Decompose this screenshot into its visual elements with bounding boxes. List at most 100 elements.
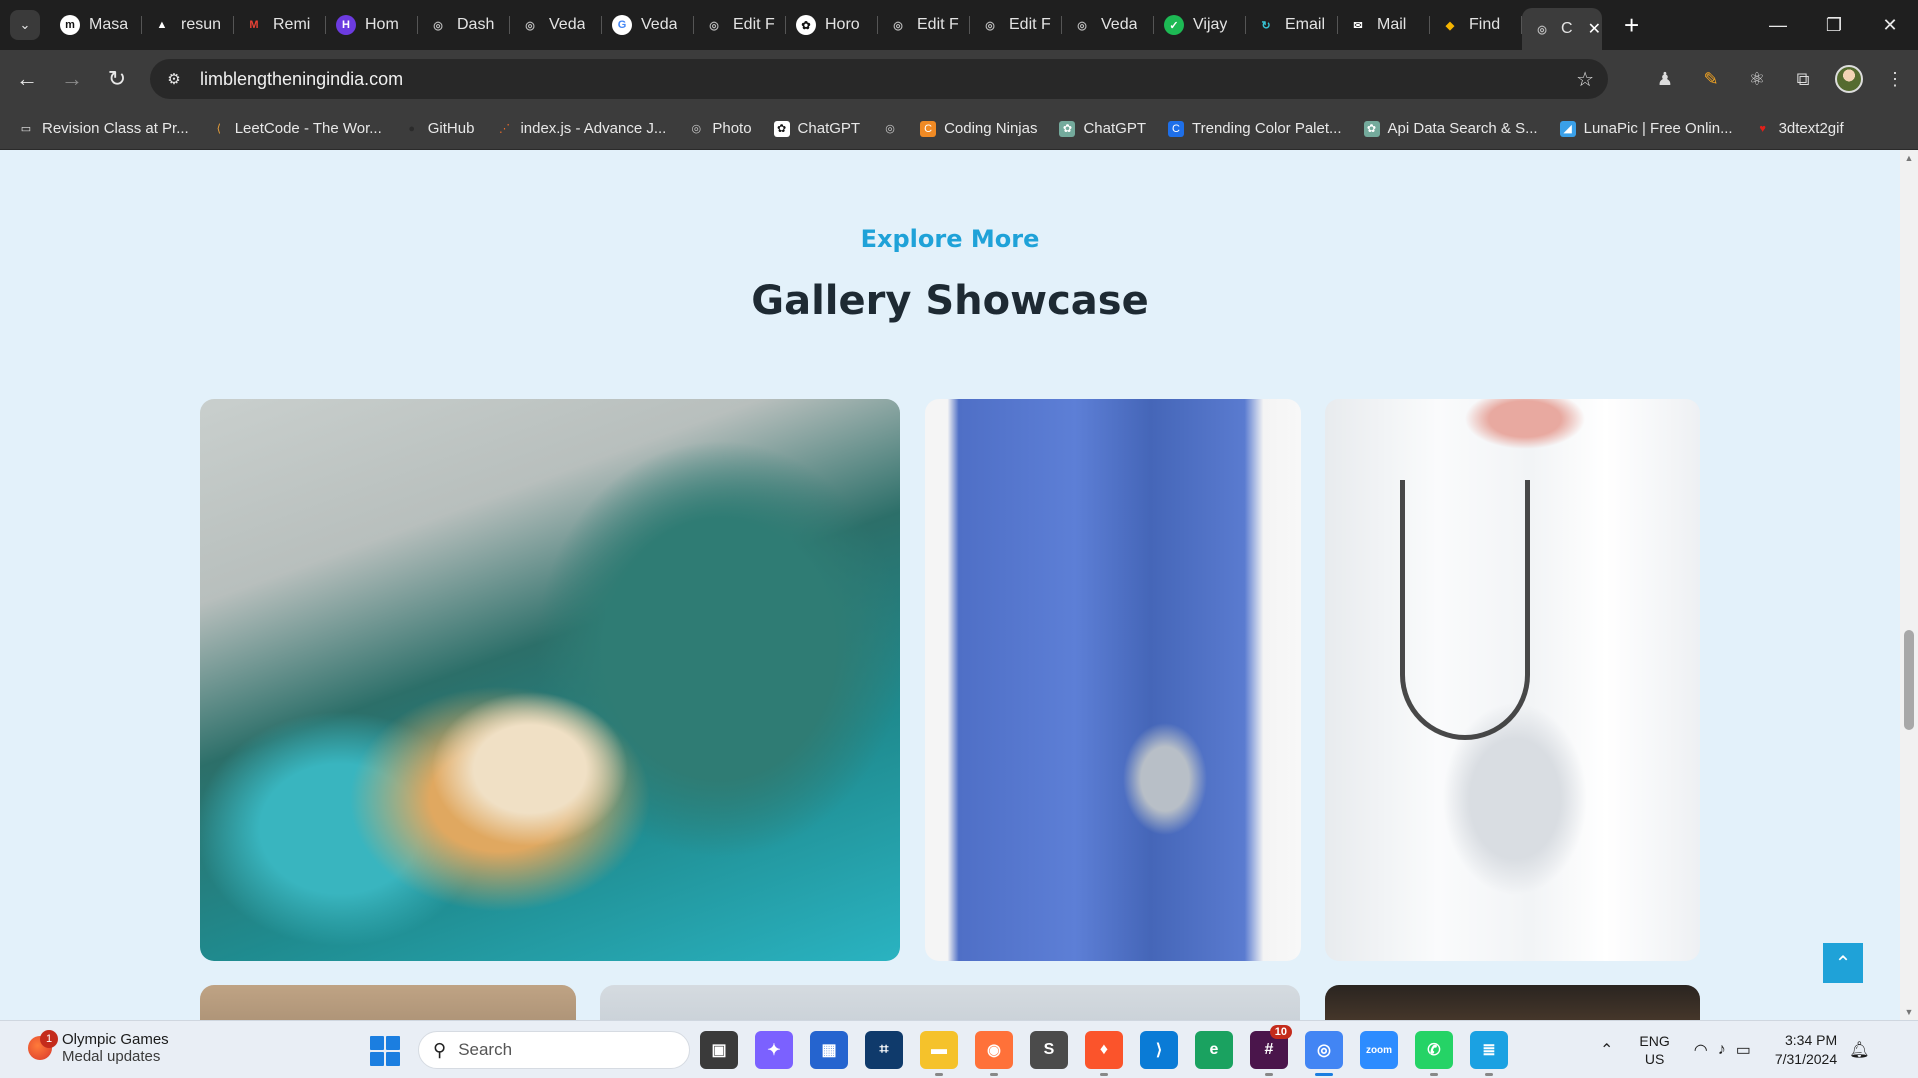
tab[interactable]: ✓ Vijay [1154,0,1246,50]
notepad-app-icon[interactable]: ≣ [1470,1031,1508,1076]
input-language[interactable]: ENG US [1639,1032,1669,1068]
edge-app-icon[interactable]: e [1195,1031,1233,1069]
bookmark-item[interactable]: ⋰ index.js - Advance J... [496,120,666,137]
avatar [1835,65,1863,93]
gallery-image-surgeon[interactable] [200,399,900,961]
show-hidden-icons-icon[interactable]: ⌃ [1600,1040,1613,1060]
menu-kebab-icon[interactable]: ⋮ [1872,61,1918,97]
bookmark-item[interactable]: ✿ ChatGPT [1059,120,1146,137]
bookmark-star-icon[interactable]: ☆ [1576,67,1594,92]
scroll-up-arrow-icon[interactable]: ▲ [1900,150,1918,166]
tab[interactable]: ◎ Edit F [878,0,970,50]
tab[interactable]: ◎ Dash [418,0,510,50]
wifi-icon[interactable]: ◠ [1694,1040,1708,1060]
bookmark-item[interactable]: ✿ Api Data Search & S... [1363,120,1538,137]
tab[interactable]: ↻ Email [1246,0,1338,50]
stethoscope-shape [1400,480,1530,740]
scroll-to-top-button[interactable]: ⌃ [1823,943,1863,983]
restore-icon[interactable]: ❐ [1806,0,1862,50]
bookmark-item[interactable]: ♥ 3dtext2gif [1755,120,1844,137]
tab[interactable]: ◆ Find [1430,0,1522,50]
profile-button[interactable] [1826,61,1872,97]
pinned-apps: ▣ ✦ ▦ ⌗ ▬ ◉ S ♦ ⟩ e #10 ◎ zoom ✆ ≣ [700,1025,1508,1076]
page-scrollbar[interactable]: ▲ ▼ [1900,150,1918,1020]
bookmark-label: LunaPic | Free Onlin... [1583,120,1733,137]
minimize-icon[interactable]: — [1750,0,1806,50]
battery-icon[interactable]: ▭ [1736,1040,1751,1060]
tab-search-button[interactable]: ⌄ [10,10,40,40]
url-text[interactable]: limblengtheningindia.com [200,69,403,90]
brave-app-icon[interactable]: ♦ [1085,1031,1123,1076]
address-bar[interactable]: ⚙ limblengtheningindia.com ☆ [150,59,1608,99]
tab[interactable]: ◎ Edit F [694,0,786,50]
notifications-bell-icon[interactable]: 🔔︎ [1849,1040,1869,1060]
bookmark-item[interactable]: ⟨ LeetCode - The Wor... [211,120,382,137]
bookmark-label: 3dtext2gif [1778,120,1844,137]
bookmark-item[interactable]: ◢ LunaPic | Free Onlin... [1559,120,1733,137]
new-tab-button[interactable]: + [1624,12,1639,38]
microsoft-store-app-icon[interactable]: ▦ [810,1031,848,1069]
tab[interactable]: ✉ Mail [1338,0,1430,50]
bookmark-item[interactable]: ✿ ChatGPT [773,120,860,137]
file-explorer-glyph: ▬ [931,1041,947,1058]
gallery-image-row2-right[interactable] [1325,985,1700,1020]
bookmark-item[interactable]: ▭ Revision Class at Pr... [18,120,189,137]
edge-glyph: e [1209,1041,1219,1058]
tab[interactable]: ◎ Veda [510,0,602,50]
widgets-button[interactable]: 1 Olympic Games Medal updates [28,1030,169,1065]
firefox-app-icon[interactable]: ◉ [975,1031,1013,1076]
bookmark-item[interactable]: ◎ [882,121,898,137]
taskbar-search[interactable]: ⚲ Search [418,1031,690,1069]
tab[interactable]: G Veda [602,0,694,50]
bookmark-item[interactable]: ◎ Photo [688,120,752,137]
tab[interactable]: H Hom [326,0,418,50]
terminal-app-icon[interactable]: ⌗ [865,1031,903,1069]
task-view-app-icon[interactable]: ▣ [700,1031,738,1069]
lang-code: ENG [1639,1033,1670,1049]
clock[interactable]: 3:34 PM 7/31/2024 [1775,1031,1837,1069]
browser-toolbar: ← → ↻ ⚙ limblengtheningindia.com ☆ ♟ ✎ ⚛… [0,50,1918,108]
bookmark-item[interactable]: ● GitHub [404,120,474,137]
react-devtools-icon[interactable]: ⚛ [1734,61,1780,97]
start-button[interactable] [370,1036,400,1066]
bookmark-item[interactable]: C Coding Ninjas [920,120,1037,137]
bookmark-favicon-icon: ✿ [773,120,790,137]
volume-icon[interactable]: ♪ [1718,1041,1726,1059]
tab[interactable]: ◎ Edit F [970,0,1062,50]
zoom-app-icon[interactable]: zoom [1360,1031,1398,1069]
whatsapp-app-icon[interactable]: ✆ [1415,1031,1453,1076]
site-settings-icon[interactable]: ⚙ [162,67,186,91]
tab[interactable]: ✿ Horo [786,0,878,50]
bookmark-item[interactable]: C Trending Color Palet... [1168,120,1342,137]
extension-icon[interactable]: ♟ [1642,61,1688,97]
gallery-image-nurse-scrubs[interactable] [925,399,1301,961]
tab[interactable]: m Masa [50,0,142,50]
extensions-puzzle-icon[interactable]: ⧉ [1780,61,1826,97]
tab[interactable]: M Remi [234,0,326,50]
scroll-down-arrow-icon[interactable]: ▼ [1900,1004,1918,1020]
copilot-app-icon[interactable]: ✦ [755,1031,793,1069]
task-view-glyph: ▣ [711,1042,727,1059]
chrome-app-icon[interactable]: ◎ [1305,1031,1343,1076]
forward-button[interactable]: → [54,61,90,97]
gallery-image-row2-left[interactable] [200,985,576,1020]
close-tab-icon[interactable]: ✕ [1588,19,1601,39]
tab-favicon-icon: M [249,19,259,31]
sublime-text-app-icon[interactable]: S [1030,1031,1068,1069]
color-picker-extension-icon[interactable]: ✎ [1688,61,1734,97]
tab-active[interactable]: ◎ C ✕ [1522,8,1602,50]
gallery-image-row2-middle[interactable] [600,985,1300,1020]
scrollbar-thumb[interactable] [1904,630,1914,730]
vscode-app-icon[interactable]: ⟩ [1140,1031,1178,1069]
tab-favicon-icon: ◎ [1077,19,1087,32]
reload-button[interactable]: ↻ [99,61,135,97]
system-tray: ⌃ ENG US ◠ ♪ ▭ 3:34 PM 7/31/2024 🔔︎ [1600,1031,1869,1069]
back-button[interactable]: ← [9,61,45,97]
toolbar-actions: ♟ ✎ ⚛ ⧉ ⋮ [1642,50,1918,108]
slack-app-icon[interactable]: #10 [1250,1025,1292,1076]
window-close-icon[interactable]: ✕ [1862,0,1918,50]
bookmark-label: LeetCode - The Wor... [234,120,382,137]
tab[interactable]: ▲ resun [142,0,234,50]
tab[interactable]: ◎ Veda [1062,0,1154,50]
file-explorer-app-icon[interactable]: ▬ [920,1031,958,1076]
